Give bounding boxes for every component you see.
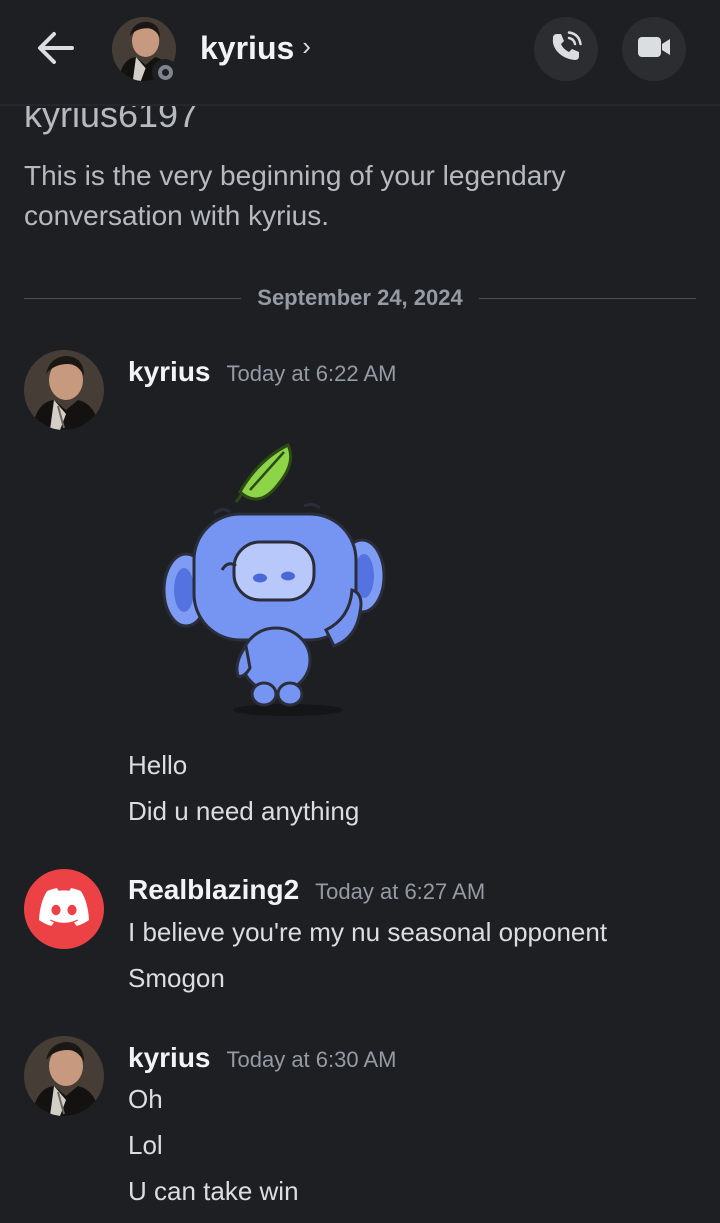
message-text[interactable]: I believe you're my nu seasonal opponent: [128, 917, 607, 948]
divider-date: September 24, 2024: [257, 285, 463, 310]
phone-icon: [549, 30, 583, 69]
discord-logo-icon: [39, 887, 89, 931]
dm-screen: kyrius6197 This is the very beginning of…: [0, 0, 720, 1223]
divider-line-left: [24, 297, 242, 299]
date-divider: September 24, 2024: [24, 282, 696, 314]
message-text[interactable]: U can take win: [128, 1176, 299, 1207]
arrow-left-icon: [36, 28, 76, 73]
message-text[interactable]: Lol: [128, 1130, 163, 1161]
back-button[interactable]: [28, 26, 84, 74]
message-author[interactable]: kyrius: [128, 1042, 211, 1074]
message-author[interactable]: Realblazing2: [128, 874, 299, 906]
header-username[interactable]: kyrius ›: [200, 30, 311, 67]
avatar[interactable]: [24, 1036, 104, 1116]
avatar[interactable]: [24, 869, 104, 949]
header-avatar[interactable]: [112, 17, 178, 85]
intro-text: This is the very beginning of your legen…: [24, 160, 566, 231]
video-call-button[interactable]: [622, 17, 686, 81]
message-text[interactable]: Hello: [128, 750, 187, 781]
wumpus-sticker[interactable]: [150, 440, 400, 720]
divider-line-right: [478, 297, 696, 299]
dm-header: kyrius ›: [0, 0, 720, 106]
message-author[interactable]: kyrius: [128, 356, 211, 388]
voice-call-button[interactable]: [534, 17, 598, 81]
video-camera-icon: [636, 32, 672, 67]
message-header: kyrius Today at 6:30 AM: [128, 1042, 397, 1074]
message-text[interactable]: Smogon: [128, 963, 225, 994]
message-text[interactable]: Oh: [128, 1084, 163, 1115]
header-username-text: kyrius: [200, 30, 295, 66]
message-timestamp: Today at 6:22 AM: [226, 361, 397, 386]
offline-status-icon: [152, 59, 178, 85]
message-timestamp: Today at 6:27 AM: [315, 879, 486, 904]
chevron-right-icon: ›: [302, 31, 311, 61]
message-header: kyrius Today at 6:22 AM: [128, 356, 397, 388]
message-text[interactable]: Did u need anything: [128, 796, 359, 827]
avatar[interactable]: [24, 350, 104, 430]
message-timestamp: Today at 6:30 AM: [226, 1047, 397, 1072]
message-header: Realblazing2 Today at 6:27 AM: [128, 874, 485, 906]
